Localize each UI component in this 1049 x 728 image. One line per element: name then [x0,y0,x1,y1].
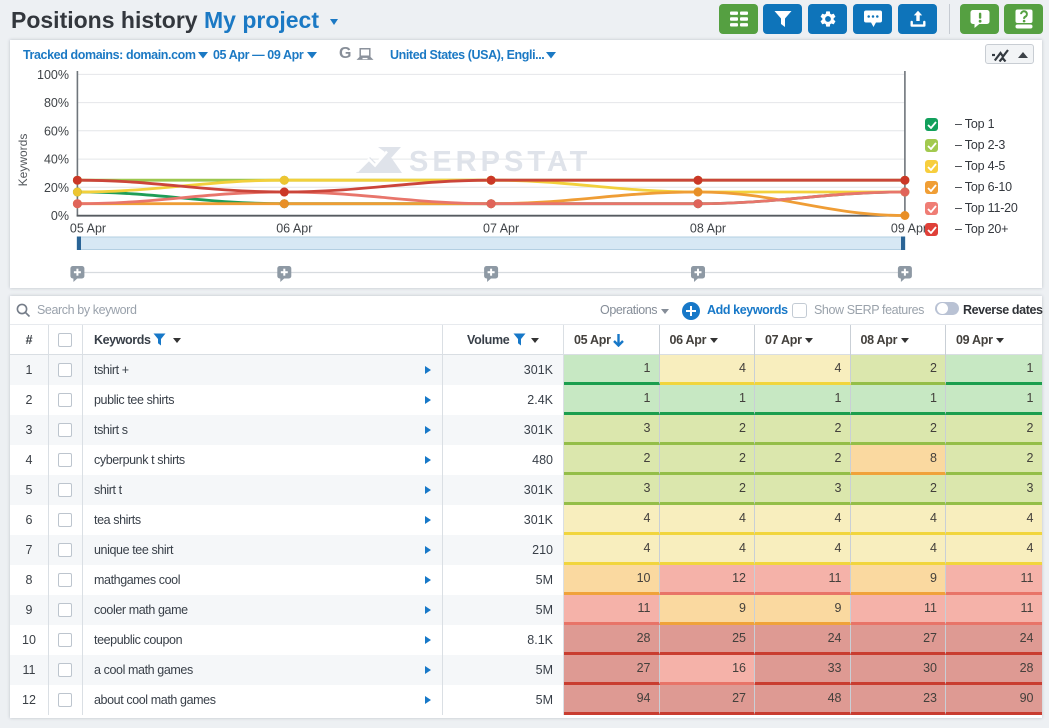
svg-text:100%: 100% [37,68,69,82]
svg-text:05 Apr: 05 Apr [70,222,106,236]
svg-text:60%: 60% [44,124,69,138]
svg-text:08 Apr: 08 Apr [690,222,726,236]
svg-text:80%: 80% [44,96,69,110]
svg-text:40%: 40% [44,153,69,167]
svg-text:0%: 0% [51,209,69,223]
svg-text:06 Apr: 06 Apr [276,222,312,236]
svg-text:Keywords: Keywords [16,134,30,187]
svg-text:20%: 20% [44,181,69,195]
svg-text:SERPSTAT: SERPSTAT [409,146,591,178]
svg-text:09 Apr: 09 Apr [891,222,927,236]
svg-text:07 Apr: 07 Apr [483,222,519,236]
